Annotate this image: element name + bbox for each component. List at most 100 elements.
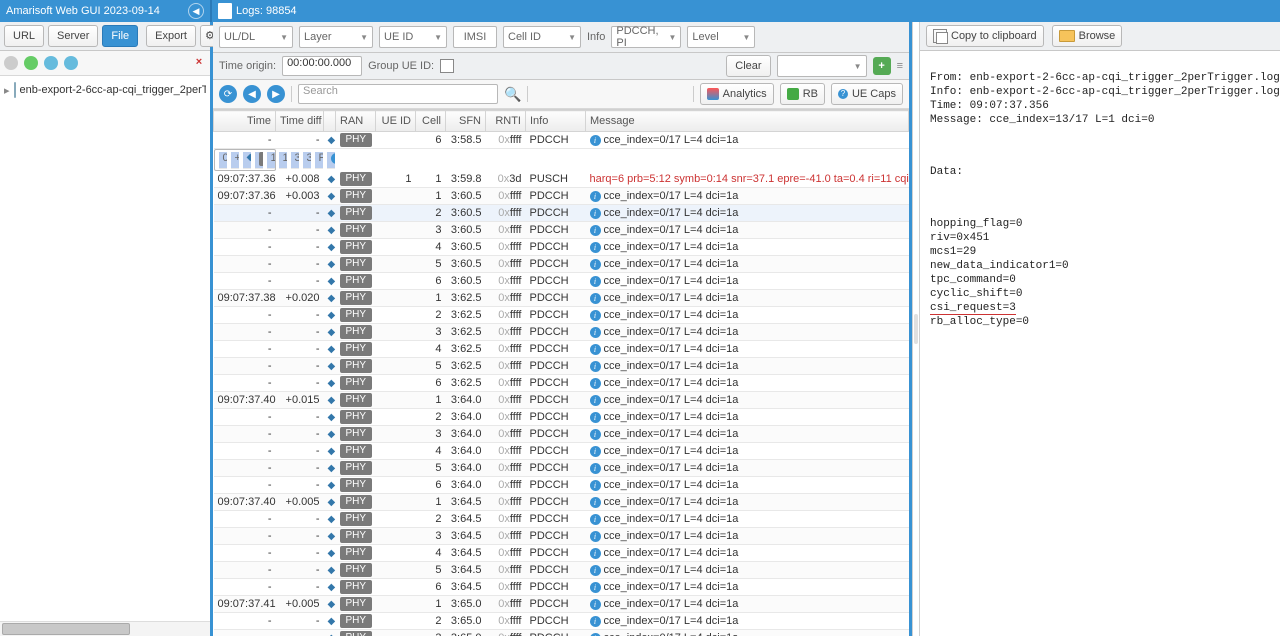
cycle-icon[interactable] xyxy=(44,56,58,70)
filter-bar: UL/DL▼ Layer▼ UE ID▼ IMSI Cell ID▼ Info … xyxy=(213,22,909,53)
ran-badge: PHY xyxy=(259,152,263,166)
table-row[interactable]: 09:07:37.356+0.009◆PHY113:59.43dPDCCHicc… xyxy=(214,149,276,171)
binoculars-icon[interactable]: 🔍 xyxy=(504,86,521,103)
tree-item[interactable]: ▸ enb-export-2-6cc-ap-cqi_trigger_2perTr… xyxy=(4,80,206,100)
info-icon: i xyxy=(590,446,601,457)
info-icon: i xyxy=(590,565,601,576)
ran-badge: PHY xyxy=(340,410,373,424)
imsi-button[interactable]: IMSI xyxy=(453,26,497,48)
table-row[interactable]: --◆PHY33:62.50xffffPDCCHicce_index=0/17 … xyxy=(214,324,909,341)
back-icon[interactable]: ◀ xyxy=(243,85,261,103)
uecaps-button[interactable]: ?UE Caps xyxy=(831,83,903,105)
info-icon: i xyxy=(590,135,601,146)
info-select[interactable]: PDCCH, PI▼ xyxy=(611,26,681,48)
header-row[interactable]: Time Time diff RAN UE ID Cell SFN RNTI I… xyxy=(214,111,909,132)
table-row[interactable]: --◆PHY23:62.50xffffPDCCHicce_index=0/17 … xyxy=(214,307,909,324)
table-row[interactable]: --◆PHY23:65.00xffffPDCCHicce_index=0/17 … xyxy=(214,613,909,630)
cellid-select[interactable]: Cell ID▼ xyxy=(503,26,581,48)
refresh-icon[interactable]: ⟳ xyxy=(219,85,237,103)
ran-badge: PHY xyxy=(340,495,373,509)
menu-icon[interactable]: ≡ xyxy=(897,60,903,72)
browse-button[interactable]: Browse xyxy=(1052,25,1123,47)
table-row[interactable]: --◆PHY43:64.50xffffPDCCHicce_index=0/17 … xyxy=(214,545,909,562)
table-row[interactable]: --◆PHY43:64.00xffffPDCCHicce_index=0/17 … xyxy=(214,443,909,460)
table-row[interactable]: --◆PHY33:64.00xffffPDCCHicce_index=0/17 … xyxy=(214,426,909,443)
direction-icon: ◆ xyxy=(328,344,336,355)
table-row[interactable]: --◆PHY63:64.50xffffPDCCHicce_index=0/17 … xyxy=(214,579,909,596)
level-select[interactable]: Level▼ xyxy=(687,26,755,48)
table-row[interactable]: --◆PHY63:58.50xffffPDCCHicce_index=0/17 … xyxy=(214,132,909,149)
forward-icon[interactable]: ▶ xyxy=(267,85,285,103)
table-row[interactable]: 09:07:37.387+0.020◆PHY13:62.50xffffPDCCH… xyxy=(214,290,909,307)
copy-button[interactable]: Copy to clipboard xyxy=(926,25,1044,47)
log-grid[interactable]: Time Time diff RAN UE ID Cell SFN RNTI I… xyxy=(213,109,909,636)
table-row[interactable]: --◆PHY33:64.50xffffPDCCHicce_index=0/17 … xyxy=(214,528,909,545)
info-icon: i xyxy=(590,616,601,627)
group-ueid-checkbox[interactable] xyxy=(440,59,454,73)
refresh-icon[interactable] xyxy=(24,56,38,70)
app-title-bar: Amarisoft Web GUI 2023-09-14 ◀ xyxy=(0,0,210,22)
direction-icon: ◆ xyxy=(328,412,336,423)
table-row[interactable]: --◆PHY33:65.00xffffPDCCHicce_index=0/17 … xyxy=(214,630,909,636)
uldl-select[interactable]: UL/DL▼ xyxy=(219,26,293,48)
table-row[interactable]: --◆PHY33:60.50xffffPDCCHicce_index=0/17 … xyxy=(214,222,909,239)
table-row[interactable]: --◆PHY63:64.00xffffPDCCHicce_index=0/17 … xyxy=(214,477,909,494)
group-ueid-label: Group UE ID: xyxy=(368,60,434,72)
col-dir xyxy=(324,111,336,132)
detail-from: From: enb-export-2-6cc-ap-cqi_trigger_2p… xyxy=(930,71,1270,85)
splitter[interactable] xyxy=(912,22,920,636)
table-row[interactable]: 09:07:37.407+0.005◆PHY13:64.50xffffPDCCH… xyxy=(214,494,909,511)
clear-button[interactable]: Clear xyxy=(726,55,770,77)
table-row[interactable]: --◆PHY53:60.50xffffPDCCHicce_index=0/17 … xyxy=(214,256,909,273)
col-diff: Time diff xyxy=(276,111,324,132)
export-button[interactable]: Export xyxy=(146,25,196,47)
direction-icon: ◆ xyxy=(328,514,336,525)
table-row[interactable]: --◆PHY23:64.50xffffPDCCHicce_index=0/17 … xyxy=(214,511,909,528)
collapse-left-icon[interactable]: ◀ xyxy=(188,3,204,19)
time-origin-input[interactable]: 00:00:00.000 xyxy=(282,56,362,76)
direction-icon: ◆ xyxy=(328,361,336,372)
info-icon: i xyxy=(590,480,601,491)
direction-icon: ◆ xyxy=(328,616,336,627)
table-row[interactable]: --◆PHY53:64.50xffffPDCCHicce_index=0/17 … xyxy=(214,562,909,579)
file-button[interactable]: File xyxy=(102,25,138,47)
ueid-select[interactable]: UE ID▼ xyxy=(379,26,447,48)
table-row[interactable]: --◆PHY43:62.50xffffPDCCHicce_index=0/17 … xyxy=(214,341,909,358)
table-row[interactable]: --◆PHY23:60.50xffffPDCCHicce_index=0/17 … xyxy=(214,205,909,222)
table-row[interactable]: --◆PHY63:62.50xffffPDCCHicce_index=0/17 … xyxy=(214,375,909,392)
ran-badge: PHY xyxy=(340,580,373,594)
ran-badge: PHY xyxy=(340,240,373,254)
direction-icon: ◆ xyxy=(247,152,251,163)
file-icon xyxy=(14,82,16,98)
table-row[interactable]: 09:07:37.402+0.015◆PHY13:64.00xffffPDCCH… xyxy=(214,392,909,409)
preset-select[interactable]: ▼ xyxy=(777,55,867,77)
server-button[interactable]: Server xyxy=(48,25,98,47)
direction-icon: ◆ xyxy=(328,310,336,321)
detail-message: Message: cce_index=13/17 L=1 dci=0 xyxy=(930,113,1270,127)
table-row[interactable]: 09:07:37.364+0.008◆PHY113:59.80x3dPUSCHh… xyxy=(214,171,909,188)
col-sfn: SFN xyxy=(446,111,486,132)
table-row[interactable]: 09:07:37.367+0.003◆PHY13:60.50xffffPDCCH… xyxy=(214,188,909,205)
close-icon[interactable]: × xyxy=(192,56,206,70)
info-icon: i xyxy=(590,497,601,508)
direction-icon: ◆ xyxy=(328,276,336,287)
add-button[interactable]: + xyxy=(873,57,891,75)
layer-select[interactable]: Layer▼ xyxy=(299,26,373,48)
table-row[interactable]: --◆PHY53:64.00xffffPDCCHicce_index=0/17 … xyxy=(214,460,909,477)
cycle2-icon[interactable] xyxy=(64,56,78,70)
h-scrollbar[interactable] xyxy=(0,621,210,636)
table-row[interactable]: --◆PHY53:62.50xffffPDCCHicce_index=0/17 … xyxy=(214,358,909,375)
table-row[interactable]: --◆PHY43:60.50xffffPDCCHicce_index=0/17 … xyxy=(214,239,909,256)
rb-button[interactable]: RB xyxy=(780,83,825,105)
url-button[interactable]: URL xyxy=(4,25,44,47)
tree-arrow-icon[interactable]: ▸ xyxy=(4,84,10,97)
detail-line: csi_request=3 xyxy=(930,301,1270,315)
info-icon: i xyxy=(590,208,601,219)
table-row[interactable]: 09:07:37.412+0.005◆PHY13:65.00xffffPDCCH… xyxy=(214,596,909,613)
table-row[interactable]: --◆PHY23:64.00xffffPDCCHicce_index=0/17 … xyxy=(214,409,909,426)
search-input[interactable]: Search xyxy=(298,84,498,104)
analytics-button[interactable]: Analytics xyxy=(700,83,774,105)
table-row[interactable]: --◆PHY63:60.50xffffPDCCHicce_index=0/17 … xyxy=(214,273,909,290)
ran-badge: PHY xyxy=(340,308,373,322)
direction-icon: ◆ xyxy=(328,395,336,406)
